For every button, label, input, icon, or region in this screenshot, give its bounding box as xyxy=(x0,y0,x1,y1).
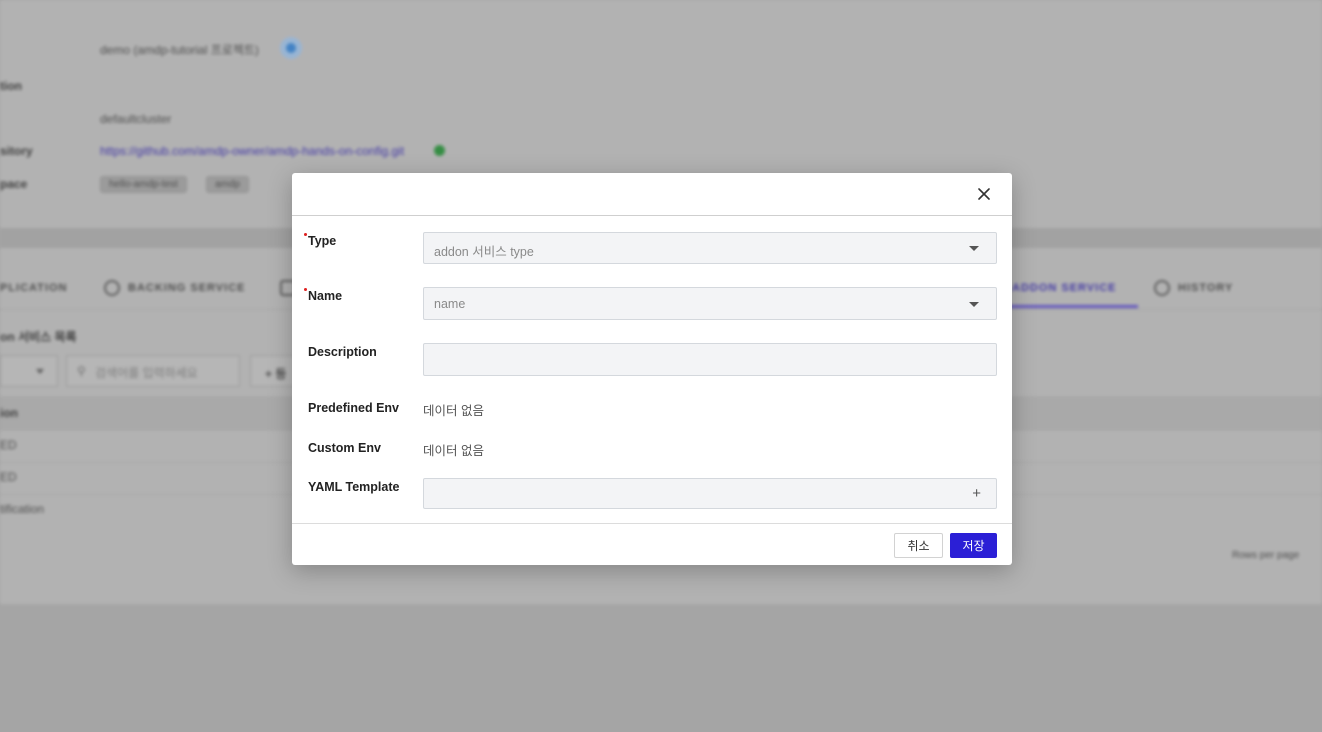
name-label: Name xyxy=(308,289,343,303)
type-label: Type xyxy=(308,234,337,248)
predefined-env-label: Predefined Env xyxy=(308,401,399,415)
required-indicator xyxy=(304,288,307,291)
chevron-down-icon xyxy=(969,246,979,251)
yaml-template-label: YAML Template xyxy=(308,480,400,494)
name-select[interactable]: name xyxy=(423,287,997,320)
name-placeholder: name xyxy=(434,297,466,311)
yaml-template-box: + xyxy=(423,478,997,509)
save-button[interactable]: 저장 xyxy=(950,533,997,558)
description-label: Description xyxy=(308,345,377,359)
dialog-header xyxy=(292,173,1012,216)
close-icon[interactable] xyxy=(974,184,994,204)
addon-service-dialog: Type addon 서비스 type Name name Descriptio… xyxy=(292,173,1012,565)
plus-icon[interactable]: + xyxy=(972,486,981,501)
custom-env-label: Custom Env xyxy=(308,441,381,455)
required-indicator xyxy=(304,233,307,236)
cancel-button[interactable]: 취소 xyxy=(894,533,943,558)
dialog-footer: 취소 저장 xyxy=(292,523,1012,565)
type-select[interactable]: addon 서비스 type xyxy=(423,232,997,264)
predefined-env-value: 데이터 없음 xyxy=(423,404,484,418)
type-placeholder: addon 서비스 type xyxy=(434,245,534,259)
chevron-down-icon xyxy=(969,302,979,307)
description-input[interactable] xyxy=(423,343,997,376)
custom-env-value: 데이터 없음 xyxy=(423,444,484,458)
